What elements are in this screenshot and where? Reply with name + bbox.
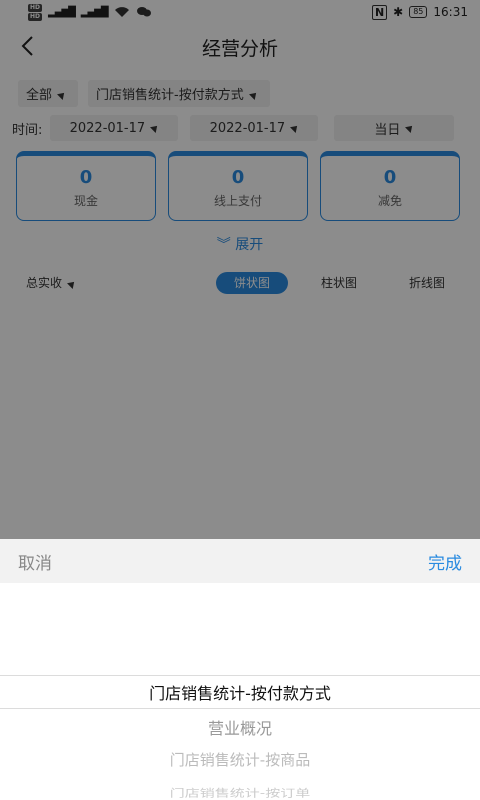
cancel-button[interactable]: 取消 xyxy=(18,549,52,574)
modal-overlay[interactable] xyxy=(0,0,480,539)
picker-option[interactable]: 营业概况 xyxy=(0,715,480,739)
done-button[interactable]: 完成 xyxy=(428,549,462,574)
picker-wheel[interactable]: 门店销售统计-按付款方式 营业概况 门店销售统计-按商品 门店销售统计-按订单 xyxy=(0,583,480,800)
selection-line-top xyxy=(0,675,480,676)
picker-option[interactable]: 门店销售统计-按商品 xyxy=(0,749,480,770)
selection-line-bottom xyxy=(0,708,480,709)
picker-toolbar: 取消 完成 xyxy=(0,539,480,583)
picker-option-selected[interactable]: 门店销售统计-按付款方式 xyxy=(0,680,480,704)
picker-option[interactable]: 门店销售统计-按订单 xyxy=(0,785,480,800)
